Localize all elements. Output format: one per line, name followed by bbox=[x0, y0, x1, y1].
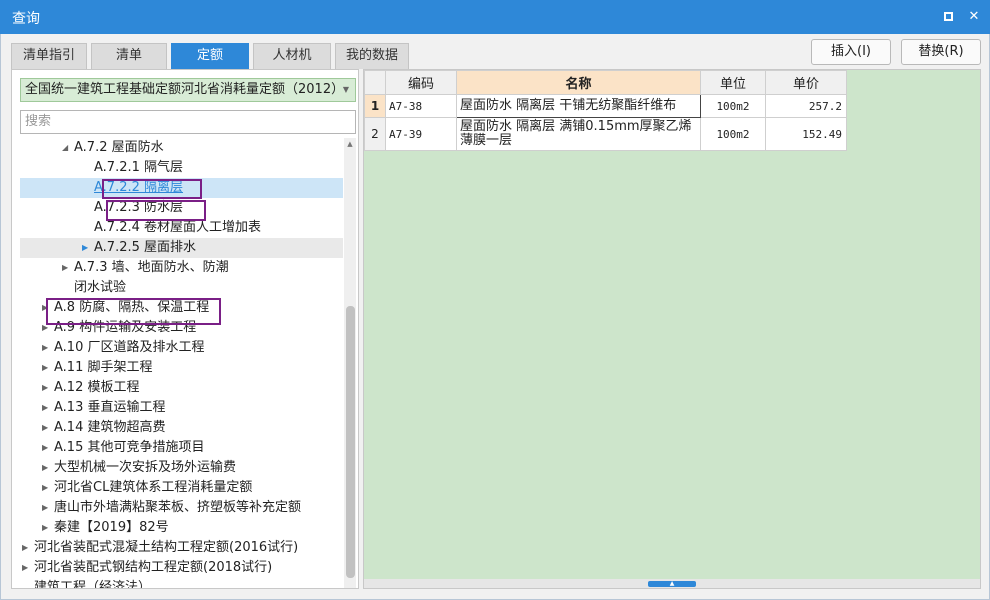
replace-button[interactable]: 替换(R) bbox=[901, 39, 981, 65]
collapsed-arrow-icon: ▶ bbox=[42, 403, 49, 412]
tree-item[interactable]: ▶ A.14 建筑物超高费 bbox=[20, 418, 343, 438]
column-header-code[interactable]: 编码 bbox=[385, 70, 457, 95]
tree-vertical-scrollbar[interactable]: ▲ bbox=[344, 138, 356, 588]
tree-item[interactable]: 建筑工程（经济法） bbox=[20, 578, 343, 588]
quota-tree: ◢ A.7.2 屋面防水 A.7.2.1 隔气层 A.7.2.2 隔离层 A.7… bbox=[20, 138, 343, 588]
collapsed-arrow-icon: ▶ bbox=[42, 383, 49, 392]
cell-name[interactable]: 屋面防水 隔离层 干铺无纺聚酯纤维布 bbox=[456, 94, 701, 118]
table-row[interactable]: 1 A7-38 屋面防水 隔离层 干铺无纺聚酯纤维布 100m2 257.2 bbox=[364, 94, 847, 118]
row-number: 2 bbox=[364, 117, 386, 151]
collapsed-arrow-icon: ▶ bbox=[82, 243, 89, 252]
insert-button[interactable]: 插入(I) bbox=[811, 39, 891, 65]
search-input[interactable]: 搜索 bbox=[20, 110, 356, 134]
window-body: 清单指引 清单 定额 人材机 我的数据 插入(I) 替换(R) 全国统一建筑工程… bbox=[0, 34, 990, 600]
collapsed-arrow-icon: ▶ bbox=[42, 523, 49, 532]
title-bar: 查询 ✕ bbox=[0, 0, 990, 34]
tab-my-data[interactable]: 我的数据 bbox=[335, 43, 409, 69]
scrollbar-thumb[interactable] bbox=[346, 306, 355, 578]
tree-item[interactable]: A.7.2.4 卷材屋面人工增加表 bbox=[20, 218, 343, 238]
tree-item[interactable]: ▶ A.7.3 墙、地面防水、防潮 bbox=[20, 258, 343, 278]
highlight-box bbox=[102, 179, 202, 199]
tree-item[interactable]: ▶ A.10 厂区道路及排水工程 bbox=[20, 338, 343, 358]
highlight-box bbox=[106, 200, 206, 221]
tree-item[interactable]: ▶ 河北省装配式混凝土结构工程定额(2016试行) bbox=[20, 538, 343, 558]
collapsed-arrow-icon: ▶ bbox=[42, 423, 49, 432]
tree-item[interactable]: 闭水试验 bbox=[20, 278, 343, 298]
left-panel: 全国统一建筑工程基础定额河北省消耗量定额（2012） ▼ 搜索 ◢ A.7.2 … bbox=[11, 69, 359, 589]
tree-item[interactable]: ▶ A.15 其他可竞争措施项目 bbox=[20, 438, 343, 458]
row-number: 1 bbox=[364, 94, 386, 118]
tree-item[interactable]: ▶ 唐山市外墙满粘聚苯板、挤塑板等补充定额 bbox=[20, 498, 343, 518]
collapsed-arrow-icon: ▶ bbox=[62, 263, 69, 272]
tab-list[interactable]: 清单 bbox=[91, 43, 167, 69]
cell-unit[interactable]: 100m2 bbox=[700, 117, 766, 151]
quota-grid: 编码 名称 单位 单价 1 A7-38 屋面防水 隔离层 干铺无纺聚酯纤维布 1… bbox=[364, 70, 847, 151]
collapsed-arrow-icon: ▶ bbox=[42, 503, 49, 512]
cell-code[interactable]: A7-38 bbox=[385, 94, 457, 118]
grid-horizontal-scrollbar[interactable]: ▲ bbox=[364, 579, 980, 588]
grid-corner-cell bbox=[364, 70, 386, 95]
expanded-arrow-icon: ◢ bbox=[62, 143, 69, 152]
window-title: 查询 bbox=[12, 11, 40, 27]
library-select-value: 全国统一建筑工程基础定额河北省消耗量定额（2012） bbox=[25, 82, 345, 97]
collapsed-arrow-icon: ▶ bbox=[22, 563, 29, 572]
highlight-box bbox=[46, 298, 221, 325]
maximize-button[interactable] bbox=[940, 9, 956, 25]
collapsed-arrow-icon: ▶ bbox=[22, 543, 29, 552]
tree-item[interactable]: ◢ A.7.2 屋面防水 bbox=[20, 138, 343, 158]
cell-unit[interactable]: 100m2 bbox=[700, 94, 766, 118]
collapsed-arrow-icon: ▶ bbox=[42, 443, 49, 452]
close-button[interactable]: ✕ bbox=[966, 9, 982, 25]
collapsed-arrow-icon: ▶ bbox=[42, 363, 49, 372]
tree-item[interactable]: A.7.2.1 隔气层 bbox=[20, 158, 343, 178]
column-header-price[interactable]: 单价 bbox=[765, 70, 847, 95]
quota-grid-panel: 编码 名称 单位 单价 1 A7-38 屋面防水 隔离层 干铺无纺聚酯纤维布 1… bbox=[363, 69, 981, 589]
tree-item[interactable]: ▶ A.12 模板工程 bbox=[20, 378, 343, 398]
tree-item-hovered[interactable]: ▶ A.7.2.5 屋面排水 bbox=[20, 238, 343, 258]
tree-item[interactable]: ▶ A.13 垂直运输工程 bbox=[20, 398, 343, 418]
tree-item[interactable]: ▶ 河北省CL建筑体系工程消耗量定额 bbox=[20, 478, 343, 498]
scroll-up-icon[interactable]: ▲ bbox=[344, 138, 356, 150]
table-row[interactable]: 2 A7-39 屋面防水 隔离层 满铺0.15mm厚聚乙烯薄膜一层 100m2 … bbox=[364, 117, 847, 151]
tree-item[interactable]: ▶ 秦建【2019】82号 bbox=[20, 518, 343, 538]
cell-price[interactable]: 152.49 bbox=[765, 117, 847, 151]
tab-labor-material-machine[interactable]: 人材机 bbox=[253, 43, 331, 69]
library-select[interactable]: 全国统一建筑工程基础定额河北省消耗量定额（2012） ▼ bbox=[20, 78, 356, 102]
cell-price[interactable]: 257.2 bbox=[765, 94, 847, 118]
tab-quota[interactable]: 定额 bbox=[171, 43, 249, 69]
column-header-unit[interactable]: 单位 bbox=[700, 70, 766, 95]
collapsed-arrow-icon: ▶ bbox=[42, 463, 49, 472]
maximize-icon bbox=[943, 12, 953, 21]
tab-list-guide[interactable]: 清单指引 bbox=[11, 43, 87, 69]
chevron-down-icon: ▼ bbox=[342, 85, 349, 94]
grid-header-row: 编码 名称 单位 单价 bbox=[364, 70, 847, 95]
collapsed-arrow-icon: ▶ bbox=[42, 483, 49, 492]
collapse-handle-icon[interactable]: ▲ bbox=[648, 581, 696, 587]
column-header-name[interactable]: 名称 bbox=[456, 70, 701, 95]
tree-item[interactable]: ▶ 大型机械一次安拆及场外运输费 bbox=[20, 458, 343, 478]
tree-item[interactable]: ▶ A.11 脚手架工程 bbox=[20, 358, 343, 378]
cell-code[interactable]: A7-39 bbox=[385, 117, 457, 151]
tree-item[interactable]: ▶ 河北省装配式钢结构工程定额(2018试行) bbox=[20, 558, 343, 578]
cell-name[interactable]: 屋面防水 隔离层 满铺0.15mm厚聚乙烯薄膜一层 bbox=[456, 117, 701, 151]
collapsed-arrow-icon: ▶ bbox=[42, 343, 49, 352]
